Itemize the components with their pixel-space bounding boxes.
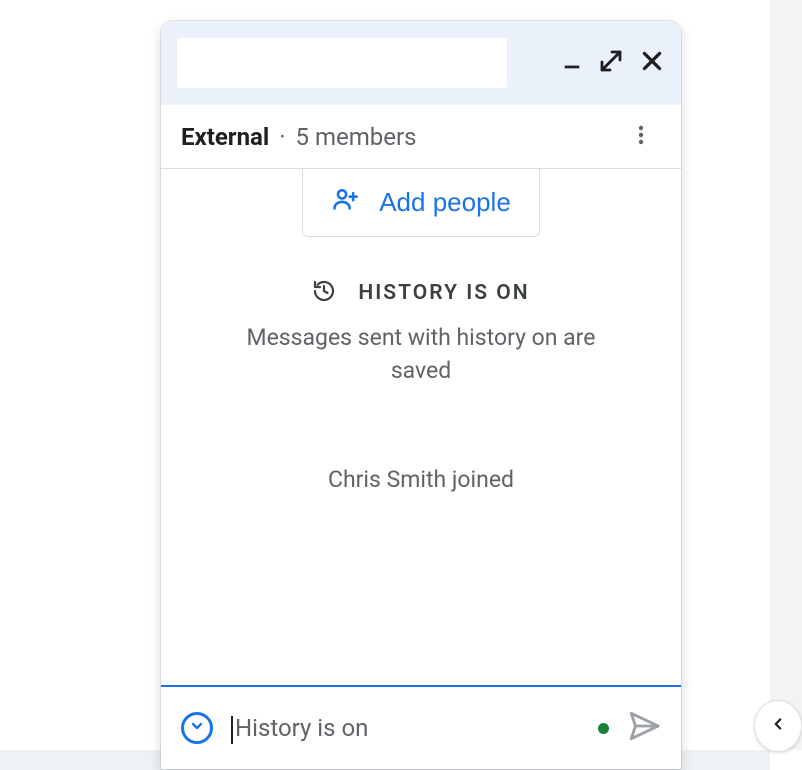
close-icon	[639, 48, 665, 78]
history-status-title: HISTORY IS ON	[358, 281, 529, 305]
minimize-icon	[561, 50, 583, 76]
minimize-button[interactable]	[561, 50, 583, 76]
history-status-description: Messages sent with history on are saved	[221, 321, 621, 388]
history-status-row: HISTORY IS ON	[312, 279, 529, 307]
more-vertical-icon	[629, 123, 653, 151]
chat-subheader-info[interactable]: External · 5 members	[181, 123, 417, 151]
external-badge: External	[181, 123, 269, 151]
window-actions	[561, 48, 665, 78]
history-icon	[312, 279, 336, 307]
add-people-button[interactable]: Add people	[302, 169, 540, 237]
member-count: 5 members	[296, 123, 417, 151]
system-message: Chris Smith joined	[328, 466, 514, 493]
chevron-down-icon	[189, 718, 205, 738]
compose-input[interactable]: History is on	[231, 714, 580, 742]
compose-placeholder: History is on	[231, 714, 368, 742]
window-title-box	[177, 38, 507, 88]
send-button[interactable]	[627, 709, 661, 747]
chat-panel: External · 5 members Add people HISTORY …	[161, 21, 681, 769]
chat-body: Add people HISTORY IS ON Messages sent w…	[161, 169, 681, 685]
chat-subheader: External · 5 members	[161, 105, 681, 169]
expand-button[interactable]	[599, 49, 623, 77]
person-add-icon	[331, 185, 359, 220]
sidebar-toggle-button[interactable]	[754, 700, 802, 752]
chevron-left-icon	[769, 715, 787, 737]
expand-icon	[599, 49, 623, 77]
compose-bar: History is on	[161, 685, 681, 769]
window-title-bar	[161, 21, 681, 105]
presence-indicator	[598, 723, 609, 734]
more-options-button[interactable]	[621, 117, 661, 157]
add-people-label: Add people	[379, 187, 511, 218]
close-button[interactable]	[639, 48, 665, 78]
compose-options-button[interactable]	[181, 712, 213, 744]
send-icon	[627, 709, 661, 747]
separator-dot: ·	[279, 123, 285, 151]
right-sidebar	[770, 0, 802, 750]
